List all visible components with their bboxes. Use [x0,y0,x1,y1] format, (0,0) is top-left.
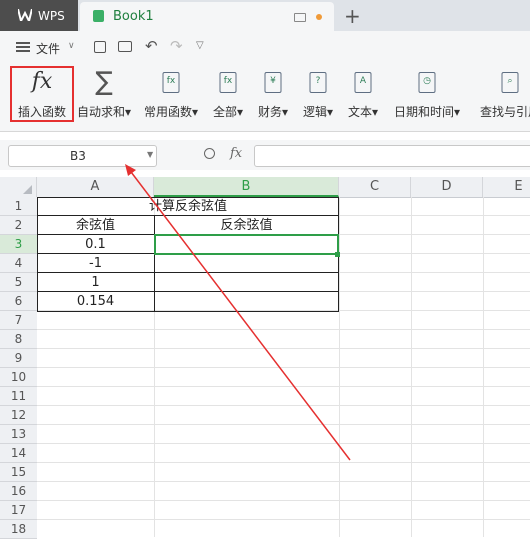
tab-book1-label: Book1 [113,9,154,24]
datetime-button[interactable]: ◷ 日期和时间▾ [389,67,465,123]
common-functions-icon: fx [162,72,180,93]
text-label: 文本▾ [347,105,379,119]
row-header[interactable]: 4 [0,254,37,273]
wps-logo-icon [18,9,32,21]
all-functions-icon: fx [219,72,237,93]
window-mode-icon[interactable] [294,13,306,22]
save-icon[interactable] [94,41,106,53]
row-header[interactable]: 10 [0,368,37,387]
customize-toolbar-icon[interactable]: ▽ [196,40,204,51]
row-header[interactable]: 5 [0,273,37,292]
common-functions-label: 常用函数▾ [143,105,199,119]
name-box-dropdown-icon[interactable]: ▼ [147,150,153,159]
all-functions-label: 全部▾ [212,105,244,119]
lookup-icon: ⌕ [501,72,519,93]
formula-input[interactable] [254,145,530,167]
logic-label: 逻辑▾ [302,105,334,119]
tab-wps-label: WPS [38,9,65,23]
logic-icon: ? [309,72,327,93]
tab-book1[interactable]: Book1 [80,2,334,31]
datetime-label: 日期和时间▾ [393,105,461,119]
hamburger-menu-icon[interactable] [16,42,30,52]
row-header[interactable]: 1 [0,197,37,216]
fill-handle[interactable] [335,252,340,257]
undo-icon[interactable]: ↶ [145,37,158,55]
formula-fx-icon[interactable]: fx [230,146,242,161]
cell-a3[interactable]: 0.1 [37,235,154,254]
cell-a1-title[interactable]: 计算反余弦值 [37,197,339,216]
row-header[interactable]: 11 [0,387,37,406]
row-header[interactable]: 2 [0,216,37,235]
select-all-corner[interactable] [0,177,37,197]
cell-b2[interactable]: 反余弦值 [154,216,339,235]
row-header[interactable]: 18 [0,520,37,539]
finance-label: 财务▾ [257,105,289,119]
row-header[interactable]: 15 [0,463,37,482]
finance-button[interactable]: ¥ 财务▾ [255,67,291,123]
autosum-button[interactable]: ∑ 自动求和▾ [76,67,132,123]
quick-access-bar [0,31,530,63]
lookup-label: 查找与引用 [479,105,530,119]
row-header[interactable]: 8 [0,330,37,349]
name-box-value: B3 [70,149,86,163]
cell-a5[interactable]: 1 [37,273,154,292]
sum-icon: ∑ [95,67,113,97]
row-header[interactable]: 6 [0,292,37,311]
autosum-label: 自动求和▾ [76,105,132,119]
logic-button[interactable]: ? 逻辑▾ [300,67,336,123]
cell-a2[interactable]: 余弦值 [37,216,154,235]
lookup-reference-button[interactable]: ⌕ 查找与引用 [472,67,530,123]
common-functions-button[interactable]: fx 常用函数▾ [140,67,202,123]
finance-icon: ¥ [264,72,282,93]
text-button[interactable]: A 文本▾ [345,67,381,123]
column-header-c[interactable]: C [339,177,411,197]
row-header[interactable]: 7 [0,311,37,330]
selected-cell-b3[interactable] [154,234,339,255]
datetime-icon: ◷ [418,72,436,93]
row-header-selected[interactable]: 3 [0,235,37,254]
row-header[interactable]: 9 [0,349,37,368]
spreadsheet-icon [93,10,104,22]
text-icon: A [354,72,372,93]
highlight-box [10,66,74,122]
zoom-icon[interactable] [204,148,215,159]
cell-a6[interactable]: 0.154 [37,292,154,311]
column-header-a[interactable]: A [37,177,154,197]
unsaved-dot-icon [316,14,322,20]
row-header[interactable]: 13 [0,425,37,444]
print-icon[interactable] [118,41,132,52]
column-header-e[interactable]: E [483,177,530,197]
redo-icon[interactable]: ↷ [170,37,183,55]
column-header-b[interactable]: B [154,177,339,197]
row-header[interactable]: 12 [0,406,37,425]
tab-wps-home[interactable]: WPS [0,0,78,31]
row-header[interactable]: 14 [0,444,37,463]
file-menu[interactable]: 文件 [36,40,60,57]
row-header[interactable]: 16 [0,482,37,501]
row-header[interactable]: 17 [0,501,37,520]
chevron-down-icon[interactable]: ∨ [68,41,75,51]
new-tab-button[interactable]: + [344,4,361,28]
cell-a4[interactable]: -1 [37,254,154,273]
all-functions-button[interactable]: fx 全部▾ [210,67,246,123]
column-header-d[interactable]: D [411,177,483,197]
